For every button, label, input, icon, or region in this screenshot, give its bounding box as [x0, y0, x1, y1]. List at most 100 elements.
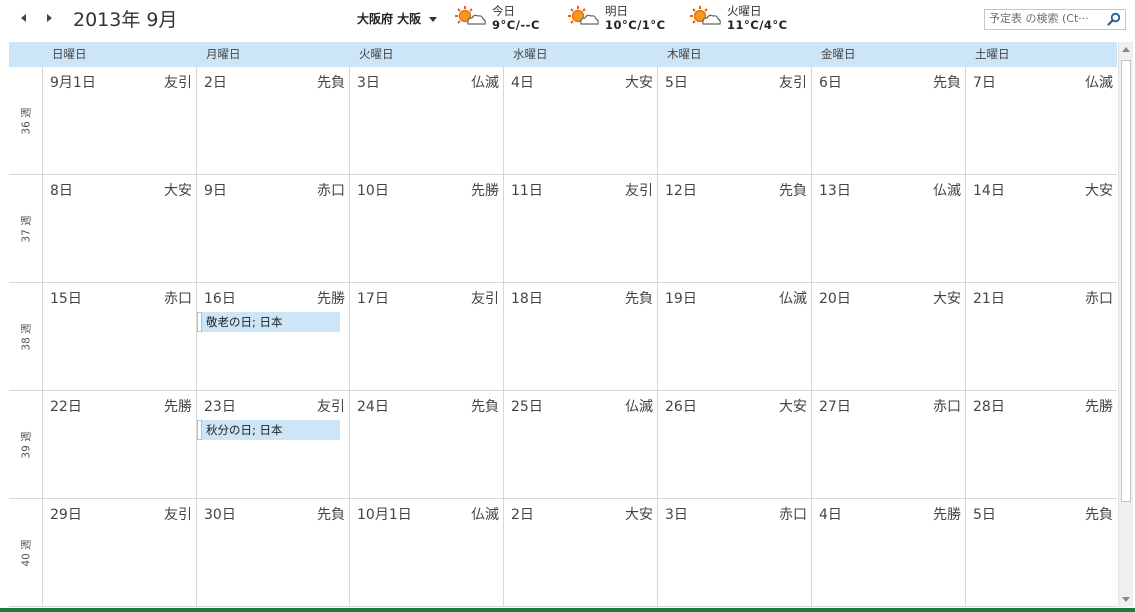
day-cell[interactable]: 6日 先負	[811, 67, 965, 175]
week-number-text: 36 週	[20, 106, 32, 135]
vertical-scrollbar[interactable]	[1118, 42, 1133, 607]
scroll-down-arrow-icon[interactable]	[1122, 597, 1130, 602]
weekday-header-4: 木曜日	[667, 47, 702, 61]
day-cell[interactable]: 29日 友引	[42, 499, 196, 607]
day-date: 14日	[973, 183, 1005, 199]
weather-temperature: 9°C/--C	[492, 18, 540, 32]
day-cell[interactable]: 2日 先負	[196, 67, 349, 175]
day-cell[interactable]: 5日 友引	[657, 67, 811, 175]
day-cell[interactable]: 4日 大安	[503, 67, 657, 175]
search-icon[interactable]	[1107, 12, 1121, 26]
rokuyo-label: 先勝	[933, 507, 961, 523]
previous-month-button[interactable]	[18, 12, 30, 24]
day-cell[interactable]: 3日 赤口	[657, 499, 811, 607]
day-cell[interactable]: 20日 大安	[811, 283, 965, 391]
day-date: 15日	[50, 291, 82, 307]
day-cell[interactable]: 17日 友引	[349, 283, 503, 391]
day-cell[interactable]: 13日 仏滅	[811, 175, 965, 283]
day-cell[interactable]: 4日 先勝	[811, 499, 965, 607]
rokuyo-label: 仏滅	[779, 291, 807, 307]
rokuyo-label: 先勝	[471, 183, 499, 199]
day-cell[interactable]: 18日 先負	[503, 283, 657, 391]
day-cell[interactable]: 26日 大安	[657, 391, 811, 499]
next-month-button[interactable]	[43, 12, 55, 24]
week-number-text: 39 週	[20, 430, 32, 459]
scroll-up-arrow-icon[interactable]	[1122, 47, 1130, 52]
day-cell[interactable]: 5日 先負	[965, 499, 1117, 607]
day-date: 5日	[973, 507, 996, 523]
day-cell[interactable]: 16日 先勝 敬老の日; 日本	[196, 283, 349, 391]
week-number-label[interactable]: 37 週	[9, 175, 42, 283]
day-date: 11日	[511, 183, 543, 199]
day-cell[interactable]: 24日 先負	[349, 391, 503, 499]
holiday-event[interactable]: 敬老の日; 日本	[197, 312, 340, 332]
day-date: 7日	[973, 75, 996, 91]
day-cell[interactable]: 9日 赤口	[196, 175, 349, 283]
week-number-label[interactable]: 36 週	[9, 67, 42, 175]
rokuyo-label: 赤口	[779, 507, 807, 523]
day-date: 3日	[357, 75, 380, 91]
day-cell[interactable]: 27日 赤口	[811, 391, 965, 499]
chevron-right-icon	[47, 14, 52, 22]
day-date: 21日	[973, 291, 1005, 307]
day-cell[interactable]: 14日 大安	[965, 175, 1117, 283]
holiday-event[interactable]: 秋分の日; 日本	[197, 420, 340, 440]
day-cell[interactable]: 2日 大安	[503, 499, 657, 607]
day-cell[interactable]: 11日 友引	[503, 175, 657, 283]
day-cell[interactable]: 28日 先勝	[965, 391, 1117, 499]
rokuyo-label: 友引	[164, 507, 192, 523]
location-dropdown[interactable]: 大阪府 大阪	[357, 10, 438, 27]
rokuyo-label: 仏滅	[471, 507, 499, 523]
rokuyo-label: 友引	[779, 75, 807, 91]
location-label: 大阪府 大阪	[357, 12, 422, 26]
rokuyo-label: 赤口	[1085, 291, 1113, 307]
day-cell[interactable]: 15日 赤口	[42, 283, 196, 391]
calendar-toolbar: 2013年 9月 大阪府 大阪 今日 9°C/--C 明日 10°C/1°C 火曜日 11…	[0, 0, 1135, 40]
week-row: 36 週 9月1日 友引 2日 先負 3日 仏滅 4日 大安 5日 友引 6日 先負 7日 仏滅	[9, 67, 1117, 175]
rokuyo-label: 先負	[317, 75, 345, 91]
day-cell[interactable]: 30日 先負	[196, 499, 349, 607]
day-cell[interactable]: 3日 仏滅	[349, 67, 503, 175]
day-date: 10月1日	[357, 507, 412, 523]
day-date: 2日	[204, 75, 227, 91]
rokuyo-label: 先勝	[317, 291, 345, 307]
day-cell[interactable]: 23日 友引秋分の日; 日本	[196, 391, 349, 499]
rokuyo-label: 赤口	[164, 291, 192, 307]
day-cell[interactable]: 8日 大安	[42, 175, 196, 283]
rokuyo-label: 先負	[625, 291, 653, 307]
day-cell[interactable]: 22日 先勝	[42, 391, 196, 499]
rokuyo-label: 大安	[933, 291, 961, 307]
calendar-search[interactable]	[984, 9, 1126, 30]
rokuyo-label: 仏滅	[933, 183, 961, 199]
rokuyo-label: 赤口	[933, 399, 961, 415]
search-input[interactable]	[987, 11, 1103, 26]
rokuyo-label: 先負	[471, 399, 499, 415]
day-cell[interactable]: 10日 先勝	[349, 175, 503, 283]
day-cell[interactable]: 19日 仏滅	[657, 283, 811, 391]
rokuyo-label: 大安	[625, 75, 653, 91]
day-cell[interactable]: 12日 先負	[657, 175, 811, 283]
day-cell[interactable]: 10月1日 仏滅	[349, 499, 503, 607]
day-date: 9月1日	[50, 75, 96, 91]
partly-sunny-icon	[568, 6, 599, 25]
scrollbar-thumb[interactable]	[1121, 60, 1131, 502]
week-number-label[interactable]: 40 週	[9, 499, 42, 607]
day-date: 23日	[204, 399, 236, 415]
weather-temperature: 10°C/1°C	[605, 18, 666, 32]
rokuyo-label: 先勝	[1085, 399, 1113, 415]
day-date: 24日	[357, 399, 389, 415]
day-date: 20日	[819, 291, 851, 307]
month-calendar-grid: 日曜日 月曜日 火曜日 水曜日 木曜日 金曜日 土曜日 36 週 9月1日 友引 2日 先負 3日 仏滅…	[9, 42, 1117, 607]
week-number-label[interactable]: 38 週	[9, 283, 42, 391]
day-date: 8日	[50, 183, 73, 199]
event-title: 敬老の日; 日本	[206, 315, 283, 329]
day-cell[interactable]: 9月1日 友引	[42, 67, 196, 175]
rokuyo-label: 先負	[779, 183, 807, 199]
weekday-header-2: 火曜日	[359, 47, 394, 61]
day-cell[interactable]: 21日 赤口	[965, 283, 1117, 391]
rokuyo-label: 友引	[317, 399, 345, 415]
week-number-label[interactable]: 39 週	[9, 391, 42, 499]
weekday-header-3: 水曜日	[513, 47, 548, 61]
day-cell[interactable]: 25日 仏滅	[503, 391, 657, 499]
day-cell[interactable]: 7日 仏滅	[965, 67, 1117, 175]
